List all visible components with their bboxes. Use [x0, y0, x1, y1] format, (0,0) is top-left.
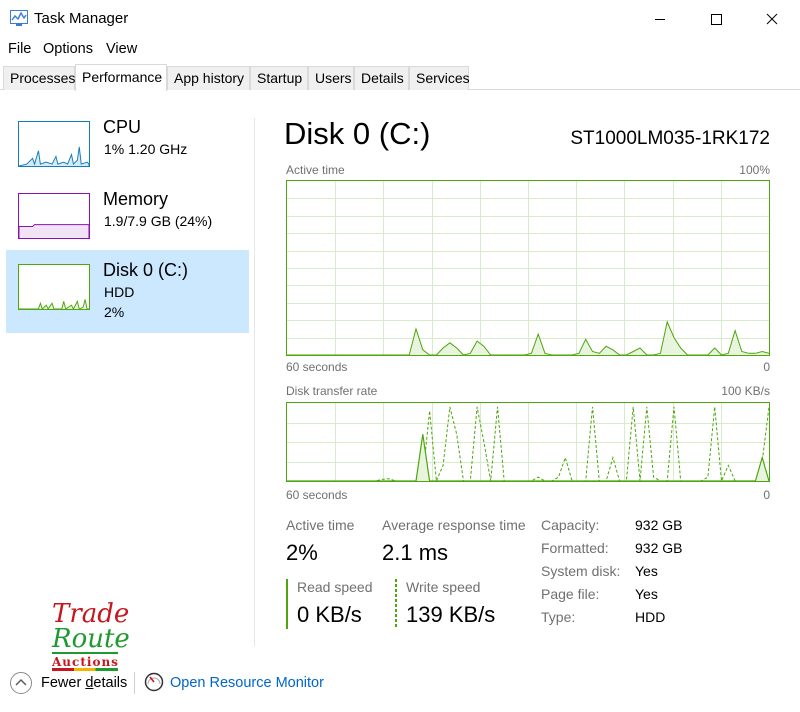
maximize-icon [711, 14, 722, 25]
write-speed-indicator [395, 579, 397, 629]
task-manager-icon [10, 10, 28, 26]
sidebar-item-cpu[interactable]: CPU 1% 1.20 GHz [6, 107, 249, 190]
active-time-graph [286, 180, 770, 356]
avg-response-label: Average response time [382, 517, 526, 533]
tab-performance[interactable]: Performance [75, 64, 167, 91]
menu-bar: File Options View [0, 38, 800, 60]
active-time-graph-canvas [287, 181, 769, 355]
cpu-thumbnail-graph [18, 121, 90, 167]
transfer-rate-graph [286, 402, 770, 482]
panel-divider [254, 118, 255, 646]
transfer-rate-graph-time-label: 60 seconds [286, 488, 348, 502]
disk-thumbnail-graph [18, 264, 90, 310]
sidebar-item-disk[interactable]: Disk 0 (C:) HDD 2% [6, 250, 249, 333]
performance-panel: CPU 1% 1.20 GHz Memory 1.9/7.9 GB (24%) … [0, 90, 800, 660]
active-time-graph-min: 0 [763, 360, 770, 374]
tab-app-history[interactable]: App history [167, 66, 250, 90]
maximize-button[interactable] [688, 0, 744, 38]
transfer-rate-graph-max: 100 KB/s [721, 384, 770, 398]
tab-processes[interactable]: Processes [3, 66, 75, 90]
active-time-graph-label: Active time [286, 163, 345, 177]
transfer-rate-graph-min: 0 [763, 488, 770, 502]
menu-view[interactable]: View [106, 41, 137, 57]
transfer-rate-graph-label: Disk transfer rate [286, 384, 378, 398]
write-speed-label: Write speed [406, 579, 481, 595]
formatted-label: Formatted: [541, 540, 609, 556]
menu-file[interactable]: File [8, 41, 31, 57]
fewer-details-prefix: Fewer [41, 675, 86, 691]
type-value: HDD [635, 609, 666, 625]
system-disk-value: Yes [635, 563, 658, 579]
system-disk-label: System disk: [541, 563, 621, 579]
chevron-up-icon[interactable] [10, 672, 32, 694]
write-speed-value: 139 KB/s [406, 602, 496, 627]
page-file-value: Yes [635, 586, 658, 602]
sidebar-item-memory-label: Memory [103, 189, 169, 209]
active-time-graph-max: 100% [739, 163, 770, 177]
active-time-graph-time-label: 60 seconds [286, 360, 348, 374]
type-label: Type: [541, 609, 576, 625]
logo-line-2: Route [52, 624, 130, 654]
tab-details[interactable]: Details [354, 66, 409, 90]
read-speed-value: 0 KB/s [297, 602, 362, 627]
capacity-value: 932 GB [635, 517, 683, 533]
tab-services[interactable]: Services [409, 66, 470, 90]
close-button[interactable] [744, 0, 800, 38]
disk-title: Disk 0 (C:) [284, 116, 431, 151]
sidebar-item-cpu-label: CPU [103, 117, 142, 137]
title-bar: Task Manager [0, 0, 800, 38]
formatted-value: 932 GB [635, 540, 683, 556]
tab-startup[interactable]: Startup [250, 66, 308, 90]
fewer-details-suffix: etails [93, 675, 128, 691]
footer: Fewer details Open Resource Monitor [0, 660, 800, 712]
read-speed-indicator [286, 579, 288, 629]
sidebar-item-disk-type: HDD [104, 284, 135, 300]
window-title: Task Manager [34, 10, 129, 27]
avg-response-value: 2.1 ms [382, 540, 449, 565]
tab-users[interactable]: Users [308, 66, 354, 90]
minimize-button[interactable] [632, 0, 688, 38]
disk-model: ST1000LM035-1RK172 [570, 128, 770, 149]
tab-strip: Processes Performance App history Startu… [0, 64, 800, 91]
close-icon [766, 13, 778, 25]
trade-route-auctions-logo: Trade Route Auctions [52, 600, 130, 671]
menu-options[interactable]: Options [43, 41, 93, 57]
capacity-label: Capacity: [541, 517, 600, 533]
fewer-details-button[interactable]: Fewer details [41, 675, 127, 691]
active-time-value: 2% [286, 540, 318, 565]
sidebar-item-cpu-detail: 1% 1.20 GHz [104, 141, 188, 157]
sidebar-item-memory-detail: 1.9/7.9 GB (24%) [104, 213, 213, 229]
active-time-label: Active time [286, 517, 355, 533]
transfer-rate-graph-canvas [287, 403, 769, 481]
memory-thumbnail-graph [18, 193, 90, 239]
sidebar-item-disk-label: Disk 0 (C:) [103, 260, 188, 280]
minimize-icon [655, 19, 665, 20]
resource-monitor-icon[interactable] [144, 672, 164, 692]
footer-separator [134, 672, 135, 694]
open-resource-monitor-link[interactable]: Open Resource Monitor [170, 675, 324, 691]
read-speed-label: Read speed [297, 579, 373, 595]
logo-divider [52, 652, 118, 654]
page-file-label: Page file: [541, 586, 600, 602]
sidebar-item-disk-usage: 2% [104, 304, 125, 320]
